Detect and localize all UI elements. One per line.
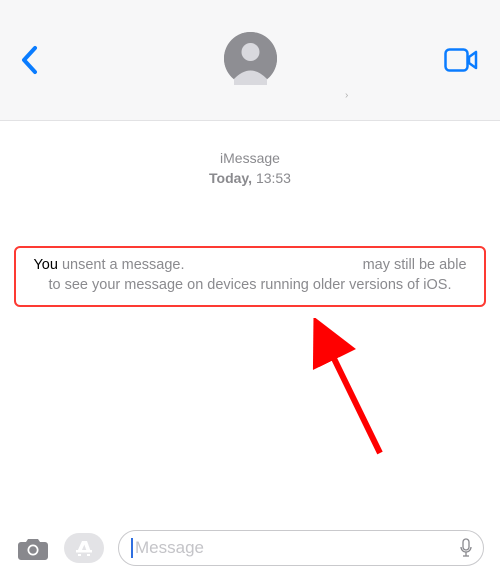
contact-avatar[interactable]: [224, 32, 277, 85]
back-chevron-icon: [20, 45, 38, 75]
chevron-right-icon: ›: [345, 90, 348, 101]
annotation-arrow-icon: [310, 318, 390, 458]
message-input[interactable]: Message: [118, 530, 484, 566]
message-placeholder: Message: [135, 538, 204, 558]
app-store-button[interactable]: [64, 533, 104, 563]
day-label: Today,: [209, 170, 252, 186]
avatar-placeholder-icon: [224, 32, 277, 85]
text-caret: [131, 538, 133, 558]
time-label: 13:53: [256, 170, 291, 186]
conversation-body: iMessage Today, 13:53 You unsent a messa…: [0, 121, 500, 307]
service-label: iMessage: [0, 149, 500, 169]
camera-icon: [17, 535, 49, 561]
video-camera-icon: [444, 48, 478, 72]
unsent-text-1: unsent a message.: [58, 257, 185, 273]
app-store-icon: [74, 538, 94, 558]
conversation-header: ›: [0, 0, 500, 121]
camera-button[interactable]: [16, 533, 50, 563]
message-input-bar: Message: [0, 526, 500, 570]
unsent-message-notice: You unsent a message. may still be able …: [14, 246, 486, 307]
microphone-icon: [459, 538, 473, 558]
dictation-button[interactable]: [459, 538, 473, 558]
facetime-video-button[interactable]: [444, 48, 478, 72]
timestamp-label: iMessage Today, 13:53: [0, 149, 500, 188]
back-button[interactable]: [20, 45, 38, 75]
unsent-you: You: [33, 257, 57, 273]
